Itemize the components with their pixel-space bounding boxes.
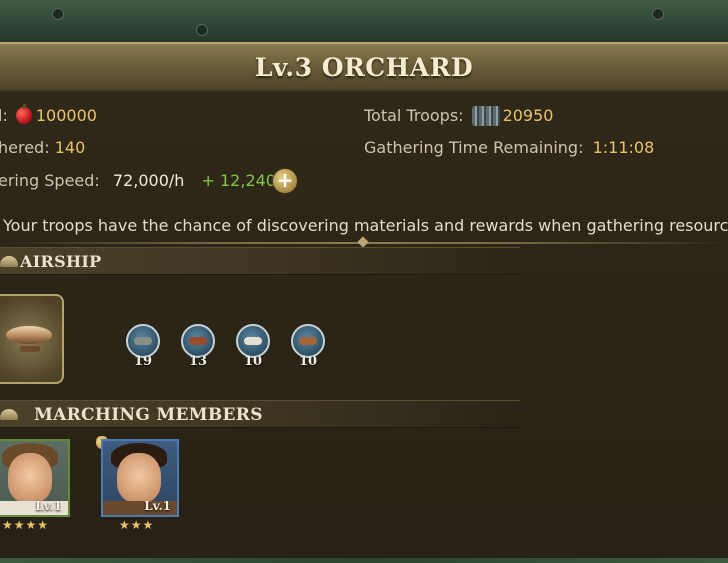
hero-stars: ★★★ bbox=[119, 518, 155, 532]
time-value: 1:11:08 bbox=[592, 138, 655, 157]
world-map-strip bbox=[0, 0, 728, 42]
troops-stat: Total Troops: 20950 bbox=[364, 106, 553, 126]
hero-face bbox=[117, 453, 161, 503]
airship-header-title: AIRSHIP bbox=[20, 252, 102, 271]
part-count: 10 bbox=[243, 354, 263, 369]
hero-portrait[interactable]: Lv.1 bbox=[101, 439, 179, 517]
time-label: Gathering Time Remaining: bbox=[364, 138, 584, 157]
troops-value: 20950 bbox=[502, 106, 554, 125]
food-value: 100000 bbox=[35, 106, 97, 125]
gathered-label: hered: bbox=[0, 138, 50, 157]
speed-boost-button[interactable]: + bbox=[272, 168, 298, 194]
part-count: 10 bbox=[298, 354, 318, 369]
part-count: 19 bbox=[133, 354, 153, 369]
bottom-map-strip bbox=[0, 558, 728, 563]
title-bar: Lv.3 ORCHARD bbox=[0, 42, 728, 92]
cannon-part-icon[interactable] bbox=[291, 324, 325, 358]
speed-stat: ering Speed: 72,000/h + 12,240/h bbox=[0, 171, 292, 190]
gathering-hint: Your troops have the chance of discoveri… bbox=[3, 216, 728, 235]
food-stat: l: 100000 bbox=[0, 104, 97, 125]
food-label: l: bbox=[0, 106, 8, 125]
airship-header-icon bbox=[0, 256, 18, 267]
hero-portrait[interactable]: Lv.1 bbox=[0, 439, 70, 517]
time-stat: Gathering Time Remaining: 1:11:08 bbox=[364, 138, 654, 157]
gathered-value: 140 bbox=[54, 138, 86, 157]
anchor-part-image bbox=[134, 337, 152, 345]
map-marker-icon bbox=[196, 24, 208, 36]
airship-portrait[interactable] bbox=[0, 294, 64, 384]
balloon-part-image bbox=[244, 337, 262, 345]
map-marker-icon bbox=[652, 8, 664, 20]
apple-icon bbox=[15, 104, 32, 124]
speed-label: ering Speed: bbox=[0, 171, 100, 190]
hull-part-icon[interactable] bbox=[181, 324, 215, 358]
map-marker-icon bbox=[52, 8, 64, 20]
gathered-stat: hered: 140 bbox=[0, 138, 85, 157]
airship-gondola bbox=[20, 346, 40, 352]
troops-label: Total Troops: bbox=[364, 106, 464, 125]
hero-level: Lv.1 bbox=[35, 499, 62, 513]
divider-ornament-icon bbox=[357, 236, 369, 248]
members-section-header: MARCHING MEMBERS bbox=[0, 400, 520, 428]
airship-icon bbox=[6, 326, 52, 344]
speed-value: 72,000/h bbox=[112, 171, 185, 190]
hero-stars: ★★★★ bbox=[2, 518, 50, 532]
hero-level: Lv.1 bbox=[144, 499, 171, 513]
airship-section-header: AIRSHIP bbox=[0, 247, 520, 275]
orchard-info-panel: Lv.3 ORCHARD l: 100000 hered: 140 ering S… bbox=[0, 42, 728, 563]
hull-part-image bbox=[189, 337, 207, 345]
part-count: 13 bbox=[188, 354, 208, 369]
page-title: Lv.3 ORCHARD bbox=[254, 53, 474, 82]
members-header-title: MARCHING MEMBERS bbox=[34, 405, 263, 425]
cannon-part-image bbox=[299, 337, 317, 345]
anchor-part-icon[interactable] bbox=[126, 324, 160, 358]
balloon-part-icon[interactable] bbox=[236, 324, 270, 358]
troops-icon bbox=[471, 106, 500, 126]
helmet-icon bbox=[0, 409, 18, 420]
hero-face bbox=[8, 453, 52, 503]
